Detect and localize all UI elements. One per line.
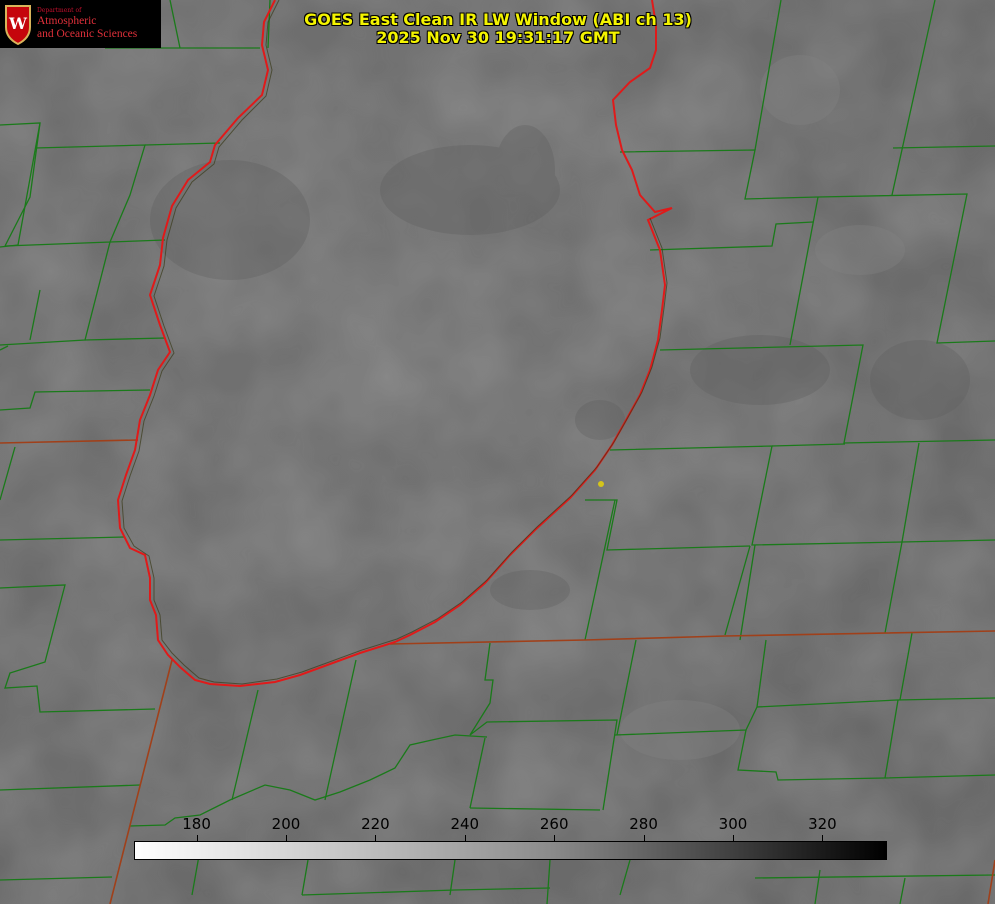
colorbar-tick-label: 180 [182,815,211,833]
colorbar-tick-label: 320 [808,815,837,833]
colorbar-tick-label: 220 [361,815,390,833]
uw-crest-icon: W [5,5,31,45]
map-overlay [0,0,995,904]
colorbar-tick-label: 240 [450,815,480,833]
temperature-colorbar [134,841,887,860]
colorbar-tick-label: 280 [629,815,658,833]
colorbar-tick-label: 300 [718,815,748,833]
logo-line-2: and Oceanic Sciences [37,28,138,40]
colorbar-tick-mark [464,835,466,841]
colorbar-tick-mark [822,835,824,841]
colorbar-tick-mark [733,835,734,841]
location-marker [598,481,604,487]
colorbar-tick-mark [196,835,198,841]
colorbar-tick-label: 200 [271,815,301,833]
colorbar-tick-mark [285,835,287,841]
logo-text: Department of Atmospheric and Oceanic Sc… [37,7,137,41]
logo-department: Department of [37,7,82,14]
colorbar-tick-mark [643,835,645,841]
colorbar-tick-label: 260 [539,815,569,833]
cloud-texture [0,0,995,904]
colorbar-tick-mark [375,835,377,841]
uw-aos-logo[interactable]: W Department of Atmospheric and Oceanic … [0,0,161,48]
colorbar-tick-mark [554,835,556,841]
crest-letter: W [8,14,28,33]
satellite-image-viewer: W Department of Atmospheric and Oceanic … [0,0,995,904]
logo-line-1: Atmospheric [37,15,97,27]
